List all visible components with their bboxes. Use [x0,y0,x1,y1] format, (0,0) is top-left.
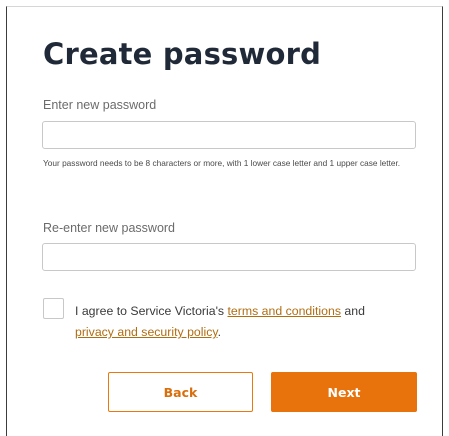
create-password-card: Create password Enter new password Your … [6,6,443,436]
agreement-text: I agree to Service Victoria's terms and … [75,301,395,343]
password-requirements-hint: Your password needs to be 8 characters o… [43,158,401,168]
page-title: Create password [43,37,322,71]
agreement-suffix: . [217,325,222,339]
terms-and-conditions-link[interactable]: terms and conditions [228,304,341,318]
new-password-label: Enter new password [43,98,157,112]
new-password-input[interactable] [42,121,416,149]
agreement-prefix: I agree to Service Victoria's [75,304,228,318]
confirm-password-input[interactable] [42,243,416,271]
privacy-policy-link[interactable]: privacy and security policy [75,325,218,339]
agree-checkbox[interactable] [43,298,64,319]
next-button[interactable]: Next [271,372,417,412]
agreement-middle: and [340,304,365,318]
back-button[interactable]: Back [108,372,253,412]
confirm-password-label: Re-enter new password [43,221,176,235]
